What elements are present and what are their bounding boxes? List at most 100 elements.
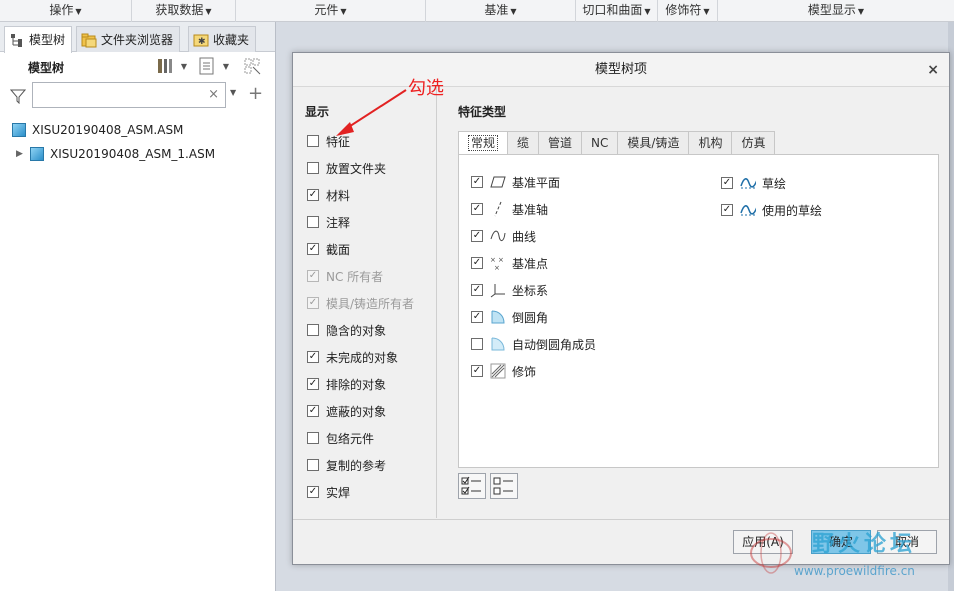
feature-type-option[interactable]: ✓ 倒圆角 xyxy=(471,306,548,328)
checkbox[interactable]: ✓ xyxy=(307,378,319,390)
feature-type-option[interactable]: ✓ 修饰 xyxy=(471,360,536,382)
settings-tools-button[interactable] xyxy=(154,56,176,76)
display-option[interactable]: ✓ 遮蔽的对象 xyxy=(307,401,386,421)
checkbox[interactable] xyxy=(307,135,319,147)
tab-nc[interactable]: NC xyxy=(582,131,619,155)
feature-type-option[interactable]: ✓ 坐标系 xyxy=(471,279,548,301)
close-icon[interactable]: × xyxy=(927,53,939,87)
checkbox[interactable] xyxy=(471,338,483,350)
tab-favorites[interactable]: ✱ 收藏夹 xyxy=(188,26,257,52)
checkbox[interactable]: ✓ xyxy=(721,204,733,216)
feature-type-tabs: 常规 缆 管道 NC 模具/铸造 机构 仿真 xyxy=(458,131,776,155)
select-all-icon xyxy=(461,476,481,495)
feature-type-option[interactable]: ✓ 草绘 xyxy=(721,172,786,194)
checkbox[interactable]: ✓ xyxy=(721,177,733,189)
checkbox[interactable]: ✓ xyxy=(471,257,483,269)
tab-simulation[interactable]: 仿真 xyxy=(732,131,776,155)
checkbox[interactable]: ✓ xyxy=(307,486,319,498)
filter-tree-button[interactable] xyxy=(242,56,264,76)
display-option: ✓ NC 所有者 xyxy=(307,266,383,286)
add-icon[interactable]: + xyxy=(248,83,263,104)
chevron-down-icon[interactable]: ▼ xyxy=(230,88,236,97)
checkbox[interactable] xyxy=(307,324,319,336)
deselect-all-icon xyxy=(493,477,513,495)
ribbon-group-get-data[interactable]: 获取数据 ▼ xyxy=(132,0,236,22)
checkbox[interactable]: ✓ xyxy=(471,365,483,377)
tree-item-root-assembly[interactable]: XISU20190408_ASM.ASM xyxy=(0,118,275,142)
select-all-button[interactable] xyxy=(458,473,486,499)
tools-dropdown[interactable]: ▼ xyxy=(178,56,190,76)
display-option-label: 包络元件 xyxy=(326,431,375,446)
checkbox[interactable] xyxy=(307,162,319,174)
dialog-title: 模型树项 xyxy=(594,62,647,77)
display-option[interactable]: ✓ 实焊 xyxy=(307,482,350,502)
filter-icon[interactable] xyxy=(9,88,27,107)
checkbox[interactable]: ✓ xyxy=(307,243,319,255)
display-option[interactable]: 复制的参考 xyxy=(307,455,386,475)
tab-label: 常规 xyxy=(468,135,499,151)
checkbox[interactable]: ✓ xyxy=(471,284,483,296)
checkbox[interactable]: ✓ xyxy=(307,189,319,201)
display-option[interactable]: 隐含的对象 xyxy=(307,320,386,340)
checkbox[interactable] xyxy=(307,459,319,471)
expand-arrow-icon[interactable]: ▶ xyxy=(16,149,30,159)
tree-search-box: × xyxy=(32,82,226,108)
feature-type-option[interactable]: ✓ × × × 基准点 xyxy=(471,252,548,274)
display-option[interactable]: ✓ 材料 xyxy=(307,185,350,205)
show-list-button[interactable] xyxy=(196,56,218,76)
display-option[interactable]: 包络元件 xyxy=(307,428,374,448)
checkbox[interactable]: ✓ xyxy=(307,351,319,363)
grid-filter-icon xyxy=(244,58,261,75)
tab-label: NC xyxy=(591,136,609,150)
display-option[interactable]: 放置文件夹 xyxy=(307,158,386,178)
tab-model-tree[interactable]: 模型树 xyxy=(4,26,73,53)
tab-label: 模具/铸造 xyxy=(627,136,680,150)
tab-piping[interactable]: 管道 xyxy=(539,131,583,155)
tab-folder-browser[interactable]: 文件夹浏览器 xyxy=(76,26,181,52)
watermark-title: 野火论坛 xyxy=(812,532,917,557)
tab-general[interactable]: 常规 xyxy=(458,131,509,155)
tab-mechanism[interactable]: 机构 xyxy=(689,131,733,155)
clear-icon[interactable]: × xyxy=(208,87,219,102)
sketch-icon xyxy=(740,175,756,191)
checkbox[interactable]: ✓ xyxy=(307,405,319,417)
checkbox: ✓ xyxy=(307,297,319,309)
svg-text:×: × xyxy=(494,264,500,271)
tree-item-sub-assembly[interactable]: ▶ XISU20190408_ASM_1.ASM xyxy=(0,142,275,166)
tab-label: 文件夹浏览器 xyxy=(101,32,174,47)
feature-type-option[interactable]: ✓ 基准轴 xyxy=(471,198,548,220)
feature-type-option[interactable]: 自动倒圆角成员 xyxy=(471,333,596,355)
checkbox[interactable]: ✓ xyxy=(471,176,483,188)
feature-type-option[interactable]: ✓ 曲线 xyxy=(471,225,536,247)
tab-mold-casting[interactable]: 模具/铸造 xyxy=(618,131,690,155)
ribbon-group-cut-surface[interactable]: 切口和曲面 ▼ xyxy=(576,0,658,22)
feature-type-option[interactable]: ✓ 基准平面 xyxy=(471,171,560,193)
watermark: 野火论坛 www.proewildfire.cn xyxy=(742,524,950,584)
checkbox[interactable]: ✓ xyxy=(471,311,483,323)
ribbon-group-modifiers[interactable]: 修饰符 ▼ xyxy=(658,0,718,22)
checkbox[interactable] xyxy=(307,216,319,228)
display-option[interactable]: ✓ 截面 xyxy=(307,239,350,259)
checkbox[interactable]: ✓ xyxy=(471,230,483,242)
favorites-icon: ✱ xyxy=(193,32,209,48)
svg-text:×: × xyxy=(498,256,504,264)
display-option[interactable]: ✓ 排除的对象 xyxy=(307,374,386,394)
ribbon-group-datum[interactable]: 基准 ▼ xyxy=(426,0,576,22)
ribbon-group-component[interactable]: 元件 ▼ xyxy=(236,0,426,22)
tree-item-label: XISU20190408_ASM.ASM xyxy=(32,123,184,137)
display-option-label: 未完成的对象 xyxy=(326,350,399,365)
list-dropdown[interactable]: ▼ xyxy=(220,56,232,76)
feature-type-option[interactable]: ✓ 使用的草绘 xyxy=(721,199,822,221)
tree-search-input[interactable] xyxy=(33,83,203,107)
display-option[interactable]: 注释 xyxy=(307,212,350,232)
checkbox[interactable] xyxy=(307,432,319,444)
display-option[interactable]: ✓ 未完成的对象 xyxy=(307,347,398,367)
annotation-label: 勾选 xyxy=(408,78,444,99)
checkbox[interactable]: ✓ xyxy=(471,203,483,215)
ribbon-group-model-display[interactable]: 模型显示 ▼ xyxy=(718,0,954,22)
ribbon-group-operations[interactable]: 操作 ▼ xyxy=(0,0,132,22)
chevron-down-icon: ▼ xyxy=(510,7,517,16)
deselect-all-button[interactable] xyxy=(490,473,518,499)
feature-types-panel: ✓ 基准平面 ✓ 基准轴 ✓ 曲线 ✓ × × × 基准点 ✓ 坐标系 ✓ 倒圆角 自动倒圆角成员 ✓ 修饰 ✓ 草绘… xyxy=(458,154,939,468)
tab-cable[interactable]: 缆 xyxy=(508,131,540,155)
